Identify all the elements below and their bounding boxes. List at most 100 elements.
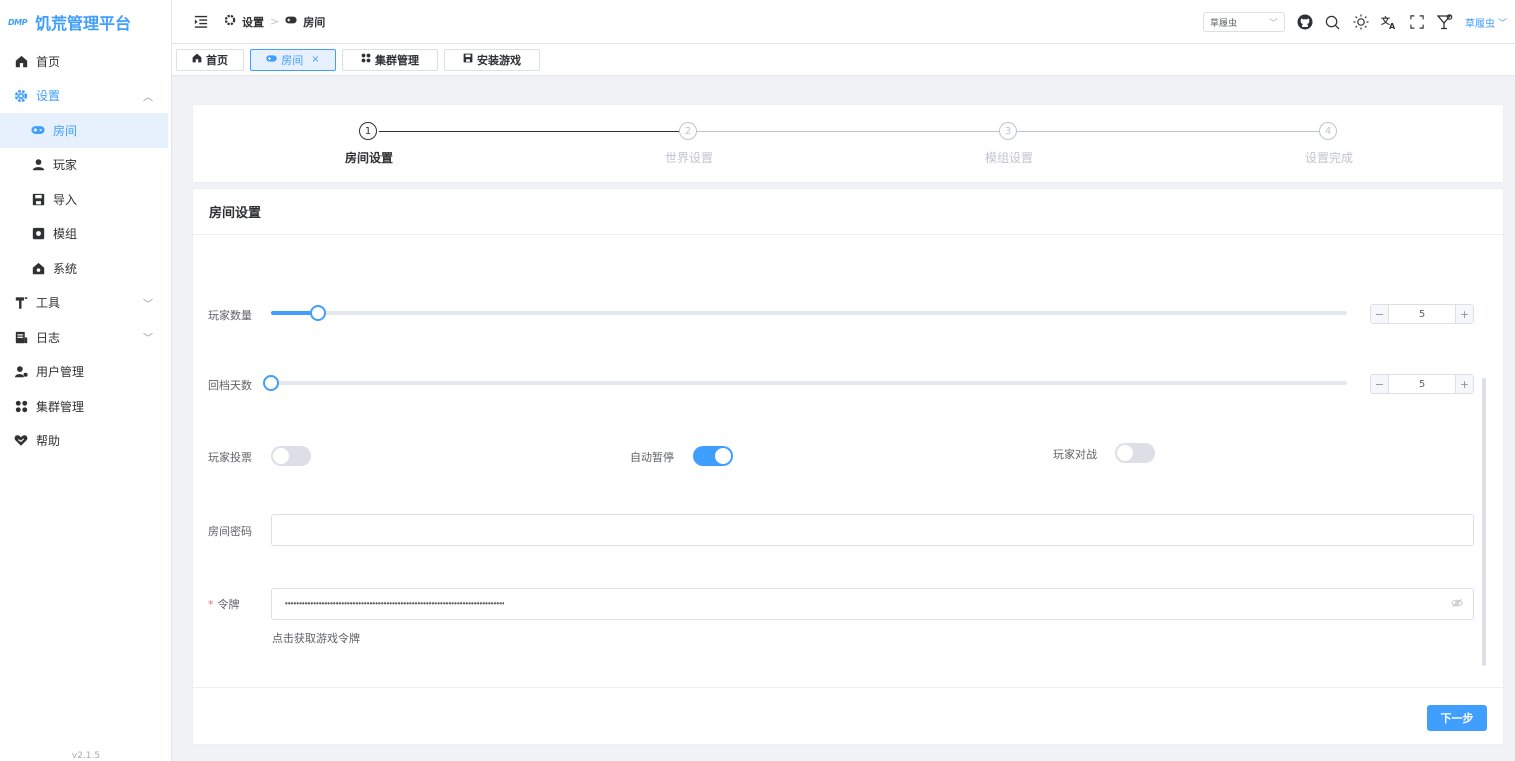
sidebar-item-label: 集群管理 — [36, 399, 85, 414]
switch-knob — [1117, 445, 1133, 461]
sidebar-item-label: 首页 — [36, 54, 61, 69]
pvp-switch[interactable] — [1115, 443, 1155, 463]
chevron-down-icon: ﹀ — [143, 333, 153, 345]
app-title: 饥荒管理平台 — [34, 14, 131, 33]
gamepad-icon — [31, 123, 45, 137]
sidebar-item-tools[interactable]: 工具 ﹀ — [0, 286, 171, 321]
github-icon[interactable] — [1297, 14, 1313, 30]
gear-icon — [14, 89, 28, 103]
token-input[interactable]: ••••••••••••••••••••••••••••••••••••••••… — [271, 588, 1474, 620]
cluster-select[interactable]: 草履虫 ﹀ — [1202, 12, 1285, 32]
tab-label: 集群管理 — [375, 53, 419, 67]
switch-knob — [715, 448, 731, 464]
tab-clusters[interactable]: 集群管理 — [342, 48, 438, 71]
decrement-button[interactable]: − — [1371, 305, 1389, 323]
sidebar-item-label: 工具 — [36, 296, 61, 311]
step-connector — [697, 131, 999, 132]
step-connector — [379, 131, 679, 132]
gear-icon — [224, 14, 236, 29]
step-3-title: 模组设置 — [984, 151, 1034, 165]
eye-off-icon[interactable] — [1451, 597, 1463, 611]
vote-switch[interactable] — [271, 446, 311, 466]
breadcrumb: 设置 > 房间 — [224, 14, 325, 30]
chevron-up-icon: ︿ — [143, 92, 153, 104]
sidebar-item-settings[interactable]: 设置 ︿ — [0, 79, 171, 114]
user-menu[interactable]: 草履虫 ﹀ — [1465, 15, 1507, 30]
logo[interactable]: DMP 饥荒管理平台 — [0, 0, 171, 44]
sidebar-item-system[interactable]: 系统 — [0, 251, 171, 286]
hammer-icon — [14, 296, 28, 310]
sun-icon[interactable] — [1353, 14, 1369, 30]
pvp-label: 玩家对战 — [1053, 448, 1097, 461]
step-4-title: 设置完成 — [1304, 151, 1354, 165]
player-count-stepper[interactable]: − 5 + — [1370, 304, 1474, 324]
vote-label: 玩家投票 — [208, 451, 252, 464]
sidebar-item-label: 用户管理 — [36, 365, 85, 380]
home-icon — [192, 53, 202, 66]
step-2-icon: 2 — [679, 122, 697, 140]
required-mark: * — [208, 598, 214, 611]
scrollbar[interactable] — [1482, 378, 1486, 666]
token-label: * 令牌 — [208, 596, 240, 612]
sidebar-item-label: 房间 — [53, 123, 78, 138]
search-icon[interactable] — [1325, 14, 1341, 30]
stepper-value[interactable]: 5 — [1389, 309, 1455, 320]
user-icon — [31, 158, 45, 172]
next-button[interactable]: 下一步 — [1427, 705, 1487, 731]
rollback-days-slider[interactable] — [263, 375, 1347, 391]
tab-home[interactable]: 首页 — [176, 48, 244, 71]
home-icon — [14, 54, 28, 68]
switch-knob — [273, 448, 289, 464]
sidebar-item-import[interactable]: 导入 — [0, 182, 171, 217]
sidebar-item-help[interactable]: 帮助 — [0, 424, 171, 459]
sidebar-item-mod[interactable]: 模组 — [0, 217, 171, 252]
sidebar-item-clusters[interactable]: 集群管理 — [0, 389, 171, 424]
slider-handle[interactable] — [263, 375, 279, 391]
sidebar-item-users[interactable]: 用户管理 — [0, 355, 171, 390]
sidebar-item-player[interactable]: 玩家 — [0, 148, 171, 183]
step-3-icon: 3 — [999, 122, 1017, 140]
auto-pause-label: 自动暂停 — [630, 451, 674, 464]
sidebar-item-room[interactable]: 房间 — [0, 113, 168, 148]
plugin-icon — [31, 227, 45, 241]
chevron-down-icon: ﹀ — [1268, 18, 1278, 29]
sidebar-item-home[interactable]: 首页 — [0, 44, 171, 79]
tab-room[interactable]: 房间 × — [250, 48, 336, 71]
user-name: 草履虫 — [1464, 18, 1495, 30]
sidebar-item-label: 日志 — [36, 330, 61, 345]
step-connector — [1017, 131, 1319, 132]
top-header: 设置 > 房间 草履虫 ﹀ 文A 草履虫 ﹀ — [172, 0, 1515, 44]
breadcrumb-settings[interactable]: 设置 — [242, 14, 264, 30]
increment-button[interactable]: + — [1455, 375, 1473, 393]
increment-button[interactable]: + — [1455, 305, 1473, 323]
grid-icon — [14, 399, 28, 413]
fullscreen-icon[interactable] — [1409, 14, 1425, 30]
rollback-days-stepper[interactable]: − 5 + — [1370, 374, 1474, 394]
decrement-button[interactable]: − — [1371, 375, 1389, 393]
cocktail-icon[interactable] — [1436, 14, 1453, 30]
room-password-input[interactable] — [271, 514, 1474, 546]
token-masked-value: ••••••••••••••••••••••••••••••••••••••••… — [284, 599, 504, 609]
step-4-icon: 4 — [1319, 122, 1337, 140]
gamepad-icon — [285, 15, 297, 28]
chevron-down-icon: ﹀ — [1497, 18, 1507, 29]
tab-install-game[interactable]: 安装游戏 — [444, 48, 540, 71]
sidebar-item-label: 帮助 — [36, 434, 61, 449]
user-settings-icon — [14, 365, 28, 379]
collapse-menu-icon[interactable] — [194, 15, 208, 29]
password-label: 房间密码 — [208, 525, 252, 538]
heart-hand-icon — [14, 434, 28, 448]
stepper-value[interactable]: 5 — [1389, 379, 1455, 390]
app-version: v2.1.5 — [71, 751, 101, 761]
get-token-link[interactable]: 点击获取游戏令牌 — [272, 630, 360, 646]
sidebar-item-label: 设置 — [36, 89, 61, 104]
close-icon[interactable]: × — [311, 54, 319, 65]
sidebar-item-logs[interactable]: 日志 ﹀ — [0, 320, 171, 355]
translate-icon[interactable]: 文A — [1381, 14, 1397, 30]
player-count-slider[interactable] — [271, 305, 1347, 321]
chevron-down-icon: ﹀ — [143, 299, 153, 311]
auto-pause-switch[interactable] — [693, 446, 733, 466]
document-icon — [14, 330, 28, 344]
slider-handle[interactable] — [310, 305, 327, 321]
grid-icon — [361, 53, 371, 66]
